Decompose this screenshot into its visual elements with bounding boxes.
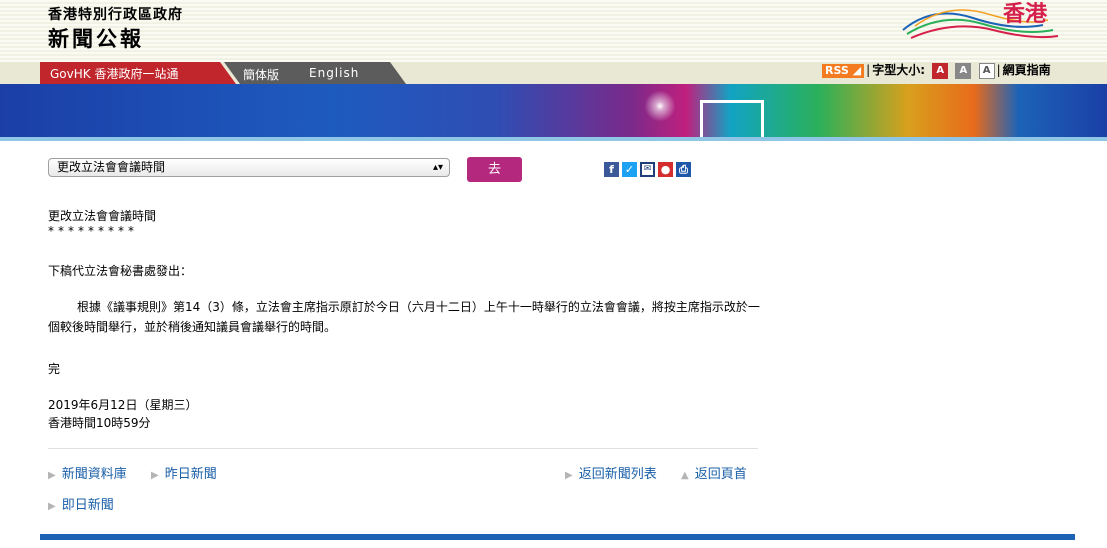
yesterday-news-label: 昨日新聞 [164, 467, 217, 482]
banner-frame-decoration [700, 100, 764, 137]
up-triangle-icon: ▲ [681, 470, 689, 481]
news-archive-label: 新聞資料庫 [61, 467, 127, 482]
today-news-link[interactable]: ▶ 即日新聞 [48, 494, 114, 513]
back-to-list-link[interactable]: ▶ 返回新聞列表 [565, 463, 657, 482]
rss-icon: ◢ [852, 63, 862, 77]
press-release-select-value: 更改立法會會議時間 [57, 160, 166, 174]
rss-label: RSS [825, 63, 849, 77]
share-toolbar: f ✓ ✉ ● ⎙ [604, 162, 694, 178]
govhk-link[interactable]: GovHK 香港政府一站通 [40, 62, 236, 84]
article-end: 完 [48, 362, 61, 376]
toolbar-separator: | [996, 63, 1001, 77]
government-name: 香港特別行政區政府 [48, 7, 183, 23]
today-news-label: 即日新聞 [61, 498, 114, 513]
back-to-top-link[interactable]: ▲ 返回頁首 [681, 463, 747, 482]
back-to-top-label: 返回頁首 [694, 467, 747, 482]
article-title: 更改立法會會議時間 [48, 209, 157, 223]
english-link[interactable]: English [309, 66, 359, 80]
press-release-select[interactable]: 更改立法會會議時間 ▴▾ [48, 158, 450, 177]
article-body-text: 根據《議事規則》第14（3）條，立法會主席指示原訂於今日（六月十二日）上午十一時… [48, 300, 760, 334]
content-divider [48, 448, 758, 449]
twitter-icon[interactable]: ✓ [622, 162, 637, 177]
article-body: 根據《議事規則》第14（3）條，立法會主席指示原訂於今日（六月十二日）上午十一時… [48, 297, 768, 337]
article-separator-stars: ********* [48, 224, 138, 238]
article-intro: 下稿代立法會秘書處發出： [48, 264, 193, 278]
font-size-large-button[interactable]: A [978, 62, 995, 79]
font-size-label: 字型大小: [872, 63, 925, 77]
print-icon[interactable]: ⎙ [676, 162, 691, 177]
email-icon[interactable]: ✉ [640, 162, 655, 177]
right-triangle-icon: ▶ [48, 470, 56, 481]
article-date: 2019年6月12日（星期三） [48, 398, 198, 412]
font-size-small-button[interactable]: A [932, 62, 949, 79]
brand-logo-text: 香港 [1003, 2, 1048, 27]
right-triangle-icon: ▶ [151, 470, 159, 481]
weibo-icon[interactable]: ● [658, 162, 673, 177]
go-button[interactable]: 去 [467, 157, 522, 182]
facebook-icon[interactable]: f [604, 162, 619, 177]
site-title[interactable]: 新聞公報 [48, 23, 144, 53]
news-archive-link[interactable]: ▶ 新聞資料庫 [48, 463, 127, 482]
govhk-link-label: GovHK 香港政府一站通 [50, 67, 179, 81]
site-guide-link[interactable]: 網頁指南 [1003, 63, 1051, 77]
simplified-chinese-link[interactable]: 簡体版 [243, 66, 279, 83]
article-time: 香港時間10時59分 [48, 416, 151, 430]
header-banner [0, 84, 1107, 137]
right-triangle-icon: ▶ [565, 470, 573, 481]
back-to-list-label: 返回新聞列表 [578, 467, 657, 482]
rss-link[interactable]: RSS ◢ [822, 63, 865, 78]
utility-toolbar: RSS ◢ | 字型大小: A A A | 網頁指南 [822, 61, 1051, 79]
site-header: 香港特別行政區政府 新聞公報 香港 [0, 0, 1107, 62]
font-size-medium-button[interactable]: A [955, 62, 972, 79]
footer-bar [40, 534, 1075, 540]
right-triangle-icon: ▶ [48, 501, 56, 512]
yesterday-news-link[interactable]: ▶ 昨日新聞 [151, 463, 217, 482]
select-updown-icon: ▴▾ [432, 162, 443, 173]
toolbar-separator: | [866, 63, 871, 77]
banner-sparkle-decoration [640, 86, 680, 126]
banner-underline [0, 137, 1107, 141]
